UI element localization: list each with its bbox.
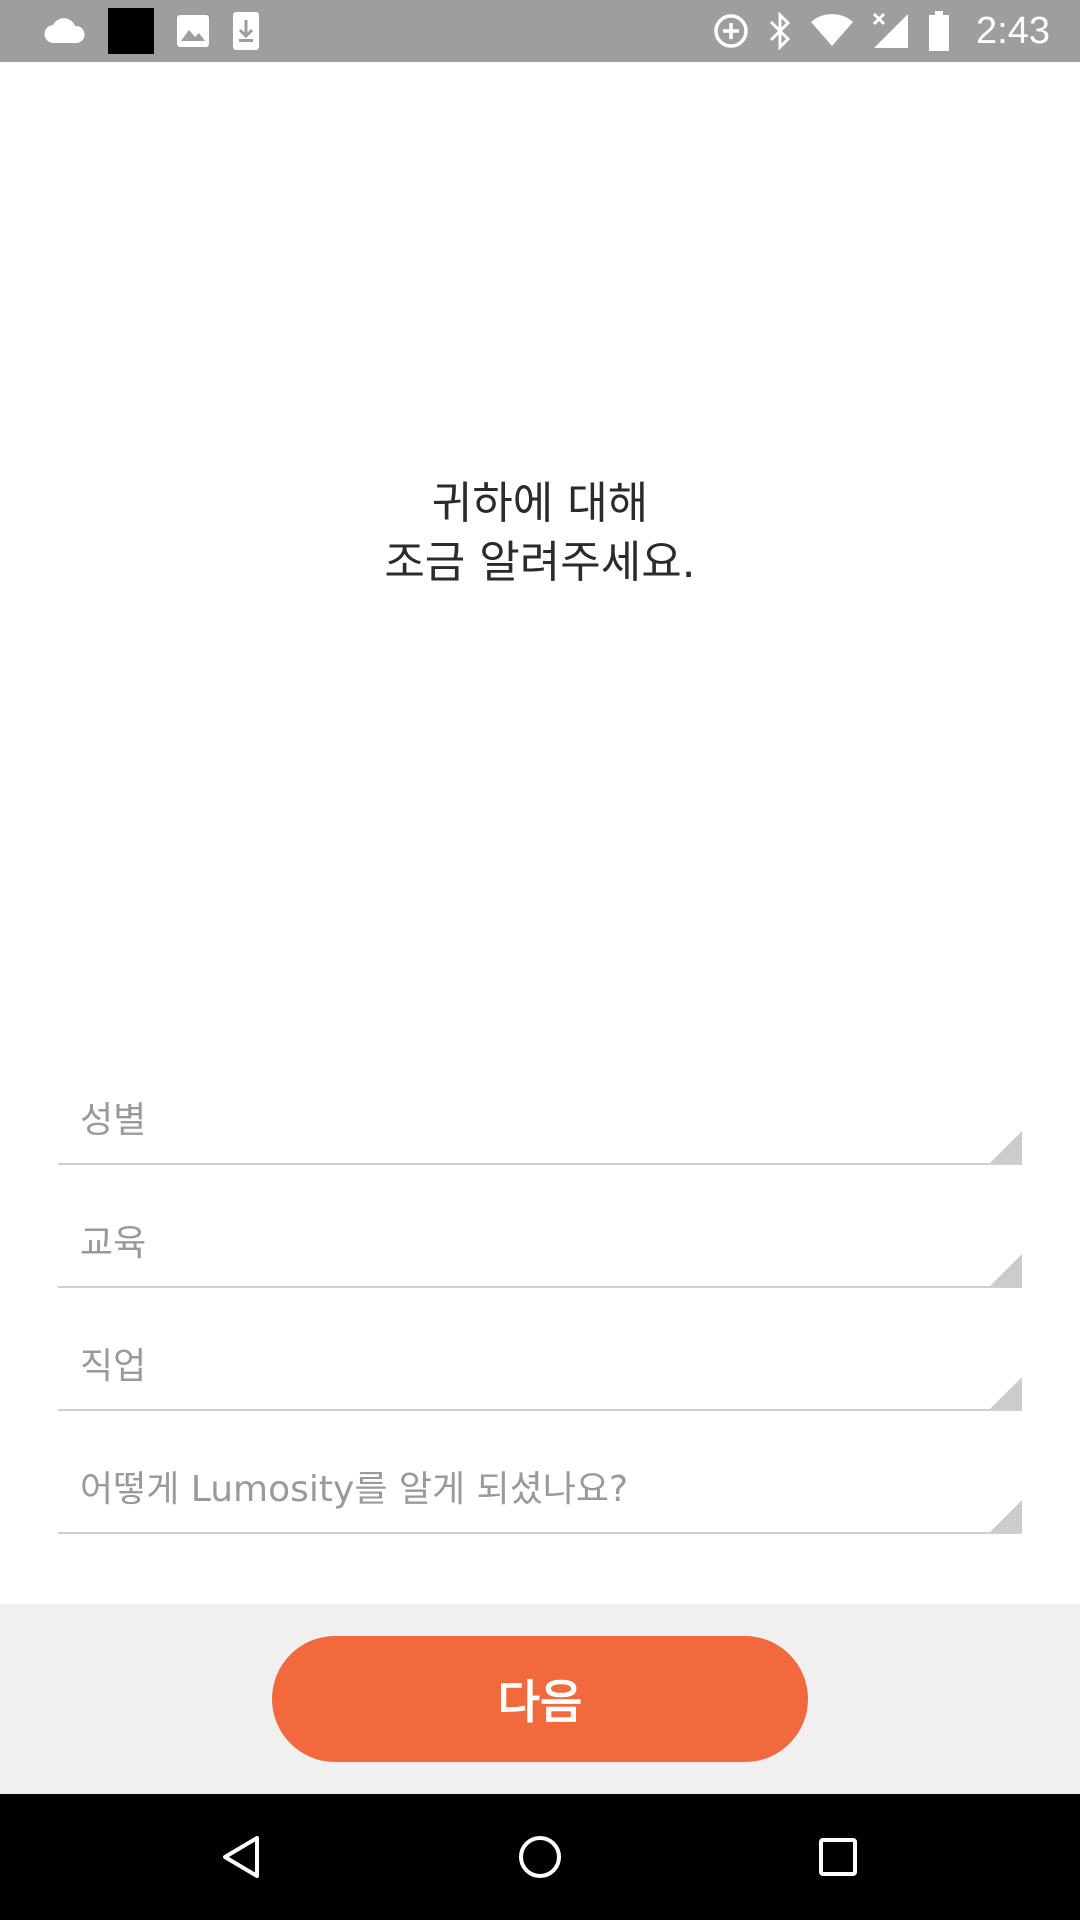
education-select-label: 교육 [80, 1223, 147, 1264]
signal-icon [872, 12, 910, 50]
download-icon [232, 11, 260, 51]
title-line-2: 조금 알려주세요. [384, 537, 696, 588]
image-icon [176, 14, 210, 48]
dropdown-arrow-icon [990, 1377, 1022, 1409]
cloud-icon [44, 17, 86, 45]
gender-select[interactable]: 성별 [58, 1073, 1022, 1165]
bluetooth-icon [768, 12, 792, 50]
dropdown-arrow-icon [990, 1254, 1022, 1286]
occupation-select-label: 직업 [80, 1346, 147, 1387]
page-title: 귀하에 대해 조금 알려주세요. [0, 474, 1080, 592]
recents-icon[interactable] [808, 1827, 868, 1887]
wifi-icon [810, 14, 854, 48]
title-line-1: 귀하에 대해 [431, 478, 649, 529]
next-button[interactable]: 다음 [272, 1636, 808, 1762]
navigation-bar [0, 1794, 1080, 1920]
referral-source-select[interactable]: 어떻게 Lumosity를 알게 되셨나요? [58, 1442, 1022, 1534]
education-select[interactable]: 교육 [58, 1196, 1022, 1288]
data-saver-icon [712, 12, 750, 50]
gender-select-label: 성별 [80, 1100, 147, 1141]
main-content: 귀하에 대해 조금 알려주세요. 성별 교육 직업 어떻게 Lumosity를 … [0, 62, 1080, 1604]
dropdown-arrow-icon [990, 1131, 1022, 1163]
occupation-select[interactable]: 직업 [58, 1319, 1022, 1411]
back-icon[interactable] [211, 1827, 271, 1887]
home-icon[interactable] [510, 1827, 570, 1887]
black-square-icon [108, 8, 154, 54]
battery-icon [928, 11, 950, 51]
status-left-icons [44, 8, 282, 54]
status-bar: 2:43 [0, 0, 1080, 62]
status-right-icons: 2:43 [694, 10, 1050, 53]
dropdown-arrow-icon [990, 1500, 1022, 1532]
status-time: 2:43 [976, 9, 1050, 52]
referral-source-select-label: 어떻게 Lumosity를 알게 되셨나요? [80, 1469, 629, 1510]
footer-bar: 다음 [0, 1604, 1080, 1794]
